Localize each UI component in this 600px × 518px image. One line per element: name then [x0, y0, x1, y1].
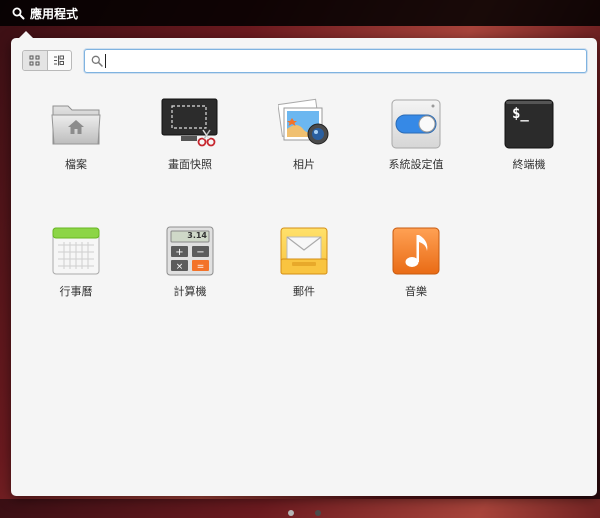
- app-label: 畫面快照: [168, 158, 212, 171]
- calculator-display: 3.14: [187, 231, 207, 240]
- app-calendar[interactable]: 行事曆: [26, 225, 126, 299]
- screenshot-icon: [161, 98, 218, 150]
- view-mode-toggle: [22, 50, 72, 71]
- app-label: 音樂: [405, 285, 427, 298]
- search-icon: [12, 7, 25, 20]
- applications-menu-label: 應用程式: [30, 6, 79, 21]
- mail-icon: [278, 225, 330, 277]
- grid-view-icon: [29, 51, 40, 70]
- app-label: 行事曆: [59, 285, 93, 298]
- svg-text:=: =: [197, 262, 205, 272]
- calendar-icon: [50, 225, 102, 277]
- category-view-button[interactable]: [46, 51, 72, 70]
- search-field[interactable]: [84, 49, 587, 73]
- terminal-icon: $_: [503, 98, 555, 150]
- app-label: 檔案: [65, 158, 87, 171]
- app-label: 終端機: [512, 158, 546, 171]
- app-calculator[interactable]: + − × = 3.14 計算機: [140, 225, 240, 299]
- photos-icon: [277, 98, 330, 150]
- music-icon: [390, 225, 442, 277]
- search-input[interactable]: [110, 51, 586, 71]
- category-view-icon: [53, 51, 65, 70]
- app-label: 計算機: [173, 285, 207, 298]
- app-system-settings[interactable]: 系統設定值: [366, 98, 466, 172]
- page-dot-2[interactable]: [314, 510, 321, 516]
- app-screenshot[interactable]: 畫面快照: [140, 98, 240, 172]
- app-label: 系統設定值: [388, 158, 444, 171]
- app-terminal[interactable]: $_ 終端機: [479, 98, 579, 172]
- svg-text:−: −: [196, 247, 204, 258]
- calculator-icon: + − × = 3.14: [164, 225, 216, 277]
- text-cursor: [105, 54, 106, 68]
- app-mail[interactable]: 郵件: [254, 225, 354, 299]
- top-panel: 應用程式: [0, 0, 600, 26]
- app-label: 相片: [293, 158, 315, 171]
- settings-toggle-icon: [390, 98, 442, 150]
- page-dot-1[interactable]: [287, 510, 294, 516]
- svg-text:×: ×: [176, 262, 184, 272]
- app-music[interactable]: 音樂: [366, 225, 466, 299]
- folder-icon: [50, 98, 102, 150]
- app-photos[interactable]: 相片: [254, 98, 354, 172]
- search-field-icon: [91, 55, 103, 67]
- app-label: 郵件: [293, 285, 315, 298]
- page-indicator: [11, 510, 597, 518]
- grid-view-button[interactable]: [23, 51, 47, 70]
- application-launcher: 檔案 畫面快照 相片 系統設定值 $_ 終端機 行事曆 + − × = 3.14…: [11, 31, 597, 516]
- app-files[interactable]: 檔案: [26, 98, 126, 172]
- applications-menu-button[interactable]: 應用程式: [0, 0, 86, 26]
- terminal-prompt: $_: [512, 106, 529, 122]
- svg-text:+: +: [175, 247, 183, 258]
